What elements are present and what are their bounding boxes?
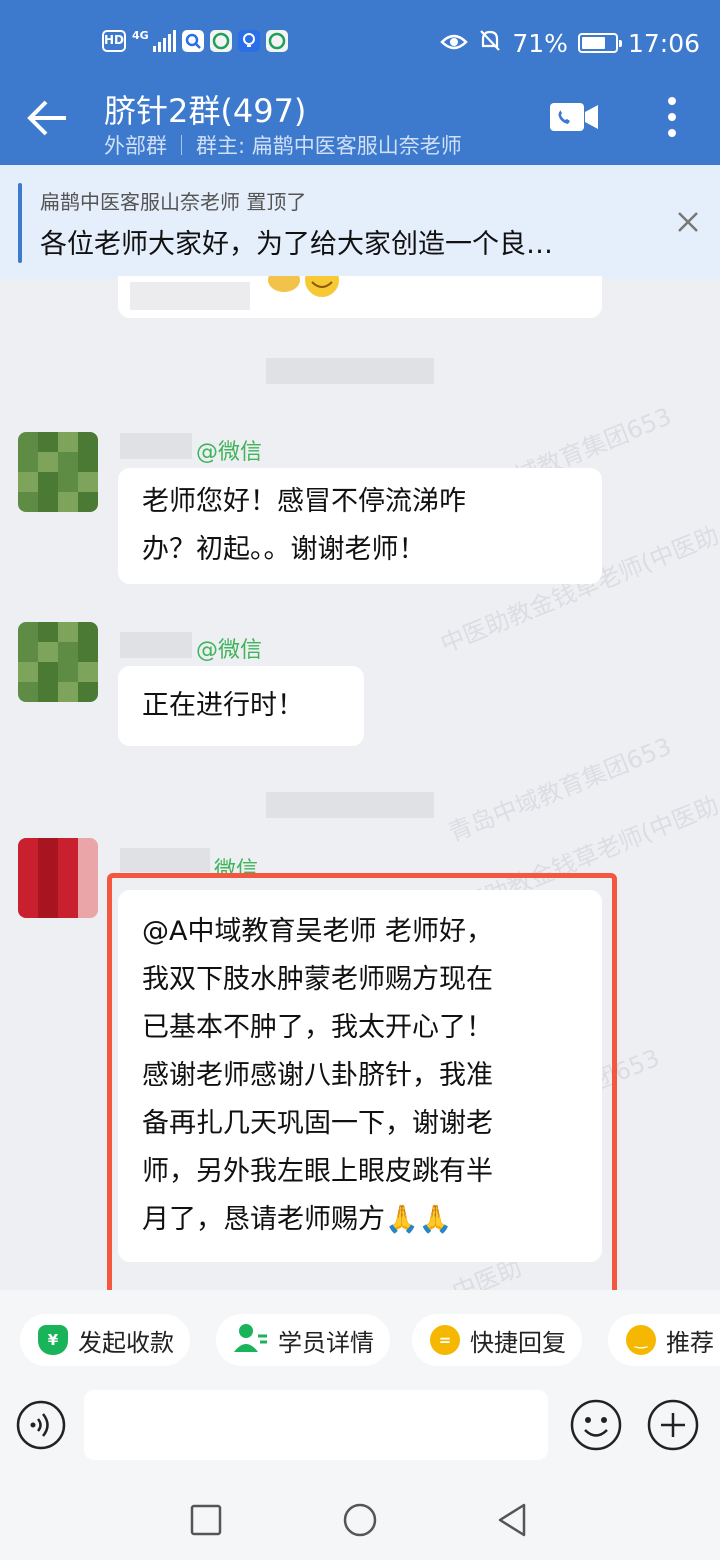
action-label: 发起收款 xyxy=(78,1328,174,1357)
message-bubble[interactable]: 正在进行时！ xyxy=(118,666,364,746)
network-type: 4G xyxy=(132,29,149,42)
search-app-icon xyxy=(181,30,204,52)
hd-icon: HD xyxy=(102,30,126,52)
recents-icon[interactable] xyxy=(190,1504,222,1536)
action-label: 学员详情 xyxy=(278,1328,374,1357)
quick-reply-icon: = xyxy=(430,1325,460,1355)
lightbulb-app-icon xyxy=(237,30,260,52)
sender-suffix: @微信 xyxy=(196,638,263,663)
group-type: 外部群 xyxy=(104,134,167,158)
message-line: 正在进行时！ xyxy=(142,690,304,721)
chat-title: 脐针2群(497) xyxy=(104,92,307,130)
group-owner: 群主: 扁鹊中医客服山奈老师 xyxy=(196,134,462,158)
system-nav-bar xyxy=(0,1480,720,1560)
home-icon[interactable] xyxy=(343,1503,377,1537)
back-button[interactable] xyxy=(26,98,70,138)
person-icon xyxy=(234,1322,268,1358)
avatar[interactable] xyxy=(18,432,98,512)
back-nav-icon[interactable] xyxy=(496,1502,528,1538)
avatar[interactable] xyxy=(18,622,98,702)
chat-subtitle: 外部群 群主: 扁鹊中医客服山奈老师 xyxy=(104,130,462,160)
message-line: 老师您好！感冒不停流涕咋 xyxy=(142,486,466,517)
action-label: 推荐 xyxy=(666,1328,714,1357)
message-input[interactable] xyxy=(84,1390,548,1460)
pinned-text: 各位老师大家好，为了给大家创造一个良… xyxy=(40,229,553,260)
yen-icon: ¥ xyxy=(38,1325,68,1355)
divider xyxy=(181,135,182,155)
avatar[interactable] xyxy=(18,838,98,918)
message-line: 办？初起。。谢谢老师！ xyxy=(142,534,426,565)
highlight-box xyxy=(107,873,617,1305)
message-bubble[interactable]: 老师您好！感冒不停流涕咋 办？初起。。谢谢老师！ xyxy=(118,468,602,584)
smile-icon: ‿ xyxy=(626,1325,656,1355)
video-call-icon[interactable] xyxy=(549,102,599,136)
pinned-source: 扁鹊中医客服山奈老师 置顶了 xyxy=(40,190,307,214)
blurred-system-message xyxy=(266,358,434,384)
more-options-icon[interactable] xyxy=(664,97,680,141)
mobile-app-icon xyxy=(209,30,232,52)
mobile-app-icon-2 xyxy=(265,30,288,52)
eye-icon xyxy=(440,29,469,58)
quick-reply-button[interactable]: = 快捷回复 xyxy=(412,1314,582,1366)
collect-payment-button[interactable]: ¥ 发起收款 xyxy=(20,1314,190,1366)
blurred-content xyxy=(130,282,250,310)
recommend-button[interactable]: ‿ 推荐 xyxy=(608,1314,720,1366)
battery-icon xyxy=(577,33,622,53)
blurred-system-message xyxy=(266,792,434,818)
pinned-bar xyxy=(18,183,22,263)
status-bar: HD 4G 71% 17:06 xyxy=(0,0,720,84)
battery-percent: 71% xyxy=(512,28,568,58)
blurred-sender-name xyxy=(120,433,192,459)
clock: 17:06 xyxy=(627,28,700,58)
chat-header: HD 4G 71% 17:06 脐针2群(497) 外部群 群主: 扁鹊中医客服… xyxy=(0,0,720,165)
signal-icon: 4G xyxy=(132,30,176,52)
blurred-sender-name xyxy=(120,632,192,658)
sender-suffix: @微信 xyxy=(196,440,263,465)
watermark: 青岛中域教育集团653 xyxy=(444,732,676,848)
blurred-sender-name xyxy=(120,848,210,872)
close-icon[interactable] xyxy=(672,206,704,238)
mute-bell-icon xyxy=(478,28,502,58)
student-details-button[interactable]: 学员详情 xyxy=(216,1314,390,1366)
voice-input-icon[interactable] xyxy=(16,1400,66,1450)
add-icon[interactable] xyxy=(646,1398,700,1452)
emoji-icon[interactable] xyxy=(569,1398,623,1452)
action-label: 快捷回复 xyxy=(470,1328,566,1357)
emoji-icon xyxy=(262,276,342,300)
